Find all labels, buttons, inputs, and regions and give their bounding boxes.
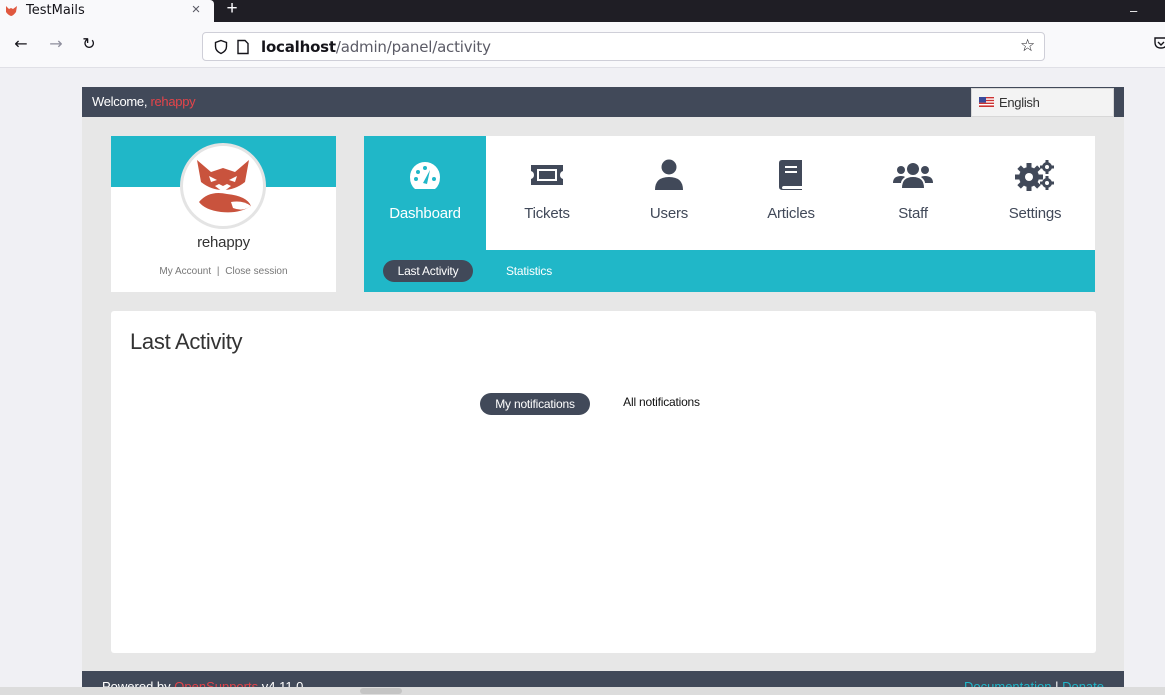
- profile-links: My Account | Close session: [111, 266, 336, 277]
- profile-links-separator: |: [216, 266, 220, 277]
- url-path: /admin/panel/activity: [335, 38, 491, 56]
- top-bar: Welcome, rehappy English: [82, 87, 1124, 117]
- scrollbar-thumb[interactable]: [360, 688, 402, 694]
- my-account-link[interactable]: My Account: [159, 266, 211, 277]
- pocket-icon[interactable]: [1153, 35, 1165, 51]
- nav-item-dashboard[interactable]: Dashboard: [364, 136, 486, 250]
- main-nav: Dashboard Tickets Users Articles Staff S…: [364, 136, 1095, 292]
- close-session-link[interactable]: Close session: [225, 266, 287, 277]
- tracking-shield-icon[interactable]: [213, 39, 229, 55]
- tab-close-icon[interactable]: ×: [188, 1, 204, 18]
- horizontal-scrollbar[interactable]: [0, 687, 1165, 695]
- new-tab-button[interactable]: +: [222, 0, 242, 20]
- avatar: [180, 143, 266, 229]
- back-arrow-icon[interactable]: ←: [10, 34, 32, 53]
- address-bar[interactable]: localhost/admin/panel/activity ☆: [202, 32, 1045, 61]
- opensupports-favicon-icon: [6, 6, 17, 16]
- welcome-message: Welcome, rehappy: [92, 94, 196, 109]
- user-icon: [655, 159, 683, 190]
- nav-label-dashboard: Dashboard: [389, 205, 461, 222]
- book-icon: [779, 160, 802, 190]
- language-label: English: [999, 95, 1040, 110]
- nav-item-articles[interactable]: Articles: [730, 136, 852, 250]
- dashboard-icon: [410, 162, 440, 189]
- welcome-username: rehappy: [150, 94, 196, 109]
- url-host: localhost: [261, 38, 336, 56]
- url-text[interactable]: localhost/admin/panel/activity: [261, 38, 491, 56]
- nav-label-settings: Settings: [1008, 205, 1062, 222]
- activity-panel: Last Activity My notifications All notif…: [111, 311, 1096, 653]
- browser-toolbar: ← → ↻ localhost/admin/panel/activity ☆: [0, 22, 1165, 68]
- group-icon: [893, 163, 933, 188]
- profile-name: rehappy: [197, 234, 250, 251]
- subnav-statistics[interactable]: Statistics: [494, 260, 564, 282]
- nav-item-settings[interactable]: Settings: [974, 136, 1096, 250]
- nav-item-staff[interactable]: Staff: [852, 136, 974, 250]
- page-info-icon[interactable]: [236, 39, 250, 55]
- nav-item-users[interactable]: Users: [608, 136, 730, 250]
- nav-label-staff: Staff: [898, 205, 928, 222]
- fox-logo-icon: [197, 160, 251, 213]
- sub-nav: Last Activity Statistics: [364, 250, 1095, 292]
- browser-tab-strip: TestMails × + –: [0, 0, 1165, 22]
- app-container: Welcome, rehappy English rehappy My Acco…: [82, 87, 1124, 695]
- reload-icon[interactable]: ↻: [78, 34, 100, 53]
- my-notifications-tab[interactable]: My notifications: [480, 393, 590, 415]
- bookmark-star-icon[interactable]: ☆: [1020, 36, 1035, 56]
- page-title: Last Activity: [130, 329, 243, 354]
- language-select[interactable]: English: [971, 88, 1114, 117]
- nav-label-users: Users: [649, 205, 689, 222]
- page-viewport: Welcome, rehappy English rehappy My Acco…: [0, 68, 1165, 695]
- welcome-text: Welcome,: [92, 94, 151, 109]
- browser-tab[interactable]: TestMails ×: [0, 0, 214, 22]
- nav-label-tickets: Tickets: [524, 205, 570, 222]
- profile-card: rehappy My Account | Close session: [111, 136, 336, 292]
- us-flag-icon: [979, 97, 994, 107]
- nav-label-articles: Articles: [767, 205, 815, 222]
- all-notifications-tab[interactable]: All notifications: [609, 391, 714, 413]
- forward-arrow-icon[interactable]: →: [45, 34, 67, 53]
- window-minimize-button[interactable]: –: [1130, 3, 1137, 18]
- tab-title: TestMails: [26, 3, 85, 18]
- nav-item-tickets[interactable]: Tickets: [486, 136, 608, 250]
- subnav-last-activity[interactable]: Last Activity: [383, 260, 473, 282]
- ticket-icon: [531, 165, 563, 185]
- gears-icon: [1015, 160, 1054, 191]
